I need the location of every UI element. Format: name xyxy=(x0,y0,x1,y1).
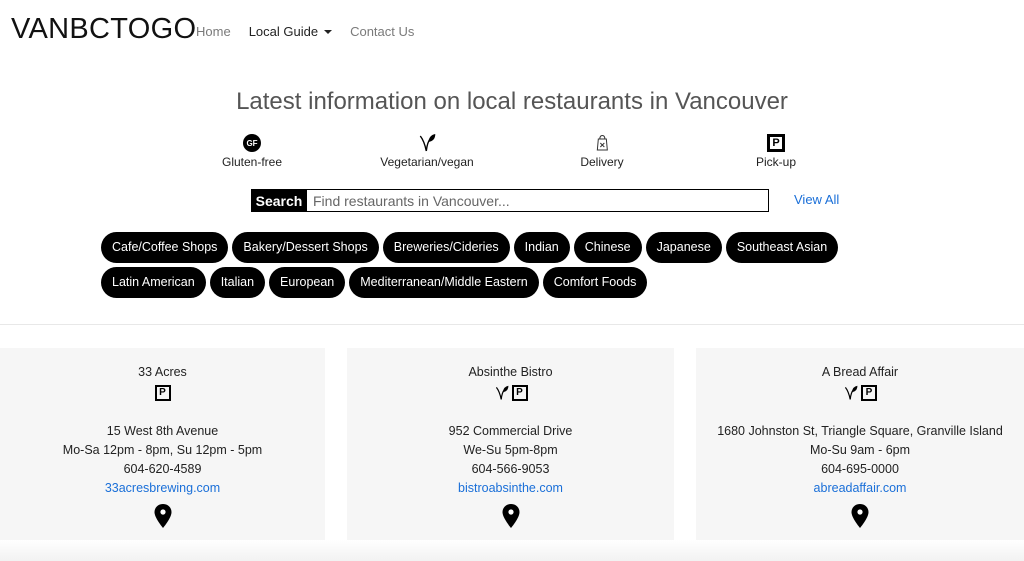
legend-label: Gluten-free xyxy=(221,155,283,169)
category-tag[interactable]: Japanese xyxy=(645,232,722,263)
view-all-link[interactable]: View All xyxy=(794,192,839,207)
section-divider xyxy=(0,324,1024,325)
pickup-icon: P xyxy=(861,385,877,401)
nav-link-contact-us[interactable]: Contact Us xyxy=(350,24,414,39)
restaurant-phone: 604-566-9053 xyxy=(471,462,550,476)
restaurant-card: A Bread Affair P 1680 Johnston St, Trian… xyxy=(696,348,1024,540)
category-tag[interactable]: Indian xyxy=(513,232,570,263)
category-tag[interactable]: Mediterranean/Middle Eastern xyxy=(349,267,539,298)
nav-links: Home Local Guide Contact Us xyxy=(196,24,432,39)
restaurant-hours: Mo-Sa 12pm - 8pm, Su 12pm - 5pm xyxy=(62,443,263,457)
leaf-icon xyxy=(419,134,435,152)
category-tag[interactable]: Breweries/Cideries xyxy=(382,232,510,263)
map-pin-icon[interactable] xyxy=(154,504,172,528)
restaurant-address: 1680 Johnston St, Triangle Square, Granv… xyxy=(717,424,1003,438)
search-label: Search xyxy=(251,189,307,212)
restaurant-features: P xyxy=(0,384,325,402)
category-tag[interactable]: Italian xyxy=(209,267,266,298)
legend-label: Vegetarian/vegan xyxy=(380,155,474,169)
leaf-icon xyxy=(495,385,508,400)
category-row-2: Latin American Italian European Mediterr… xyxy=(101,267,861,298)
restaurant-card: 33 Acres P 15 West 8th Avenue Mo-Sa 12pm… xyxy=(0,348,325,540)
category-tag[interactable]: Chinese xyxy=(573,232,642,263)
footer-shadow xyxy=(0,540,1024,561)
category-tags: Cafe/Coffee Shops Bakery/Dessert Shops B… xyxy=(101,232,861,302)
restaurant-address: 952 Commercial Drive xyxy=(448,424,573,438)
restaurant-phone: 604-695-0000 xyxy=(821,462,899,476)
restaurant-name: A Bread Affair xyxy=(821,365,899,379)
nav-link-local-guide[interactable]: Local Guide xyxy=(248,24,333,39)
pickup-icon: P xyxy=(511,385,528,401)
brand-logo[interactable]: VANBCTOGO xyxy=(11,13,196,46)
chevron-down-icon xyxy=(324,29,333,34)
leaf-icon xyxy=(844,385,858,400)
legend-item-gluten-free: GF Gluten-free xyxy=(222,133,282,169)
restaurant-features: P xyxy=(347,384,674,402)
restaurant-website-link[interactable]: abreadaffair.com xyxy=(814,481,907,495)
nav-link-home[interactable]: Home xyxy=(196,24,231,39)
navbar: VANBCTOGO Home Local Guide Contact Us xyxy=(0,0,1024,62)
restaurant-hours: Mo-Su 9am - 6pm xyxy=(809,443,911,457)
category-tag[interactable]: Latin American xyxy=(101,267,206,298)
restaurant-address: 15 West 8th Avenue xyxy=(106,424,219,438)
legend-label: Pick-up xyxy=(755,155,797,169)
pickup-icon: P xyxy=(766,134,785,152)
nav-link-local-guide-label: Local Guide xyxy=(248,24,319,39)
restaurant-website-link[interactable]: 33acresbrewing.com xyxy=(105,481,220,495)
category-tag[interactable]: Bakery/Dessert Shops xyxy=(232,232,379,263)
page-title: Latest information on local restaurants … xyxy=(236,88,788,115)
gluten-free-icon: GF xyxy=(243,134,261,152)
search-input[interactable] xyxy=(307,189,769,212)
legend-item-pickup: P Pick-up xyxy=(756,133,796,169)
map-pin-icon[interactable] xyxy=(502,504,520,528)
legend-item-delivery: Delivery xyxy=(580,133,624,169)
category-tag[interactable]: European xyxy=(269,267,346,298)
category-tag[interactable]: Southeast Asian xyxy=(725,232,839,263)
category-tag[interactable]: Cafe/Coffee Shops xyxy=(101,232,229,263)
restaurant-phone: 604-620-4589 xyxy=(123,462,202,476)
icon-legend: GF Gluten-free Vegetarian/vegan Delivery… xyxy=(0,133,1024,173)
map-pin-icon[interactable] xyxy=(851,504,869,528)
search-bar: Search View All xyxy=(251,189,951,212)
legend-label: Delivery xyxy=(580,155,624,169)
restaurant-hours: We-Su 5pm-8pm xyxy=(463,443,558,457)
category-row-1: Cafe/Coffee Shops Bakery/Dessert Shops B… xyxy=(101,232,861,263)
legend-item-vegetarian: Vegetarian/vegan xyxy=(380,133,474,169)
restaurant-name: Absinthe Bistro xyxy=(468,365,553,379)
restaurant-card: Absinthe Bistro P 952 Commercial Drive W… xyxy=(347,348,674,540)
restaurant-features: P xyxy=(696,384,1024,402)
pickup-icon: P xyxy=(154,385,171,401)
category-tag[interactable]: Comfort Foods xyxy=(542,267,648,298)
restaurant-website-link[interactable]: bistroabsinthe.com xyxy=(458,481,563,495)
restaurant-name: 33 Acres xyxy=(138,365,187,379)
delivery-bag-icon xyxy=(596,134,608,151)
